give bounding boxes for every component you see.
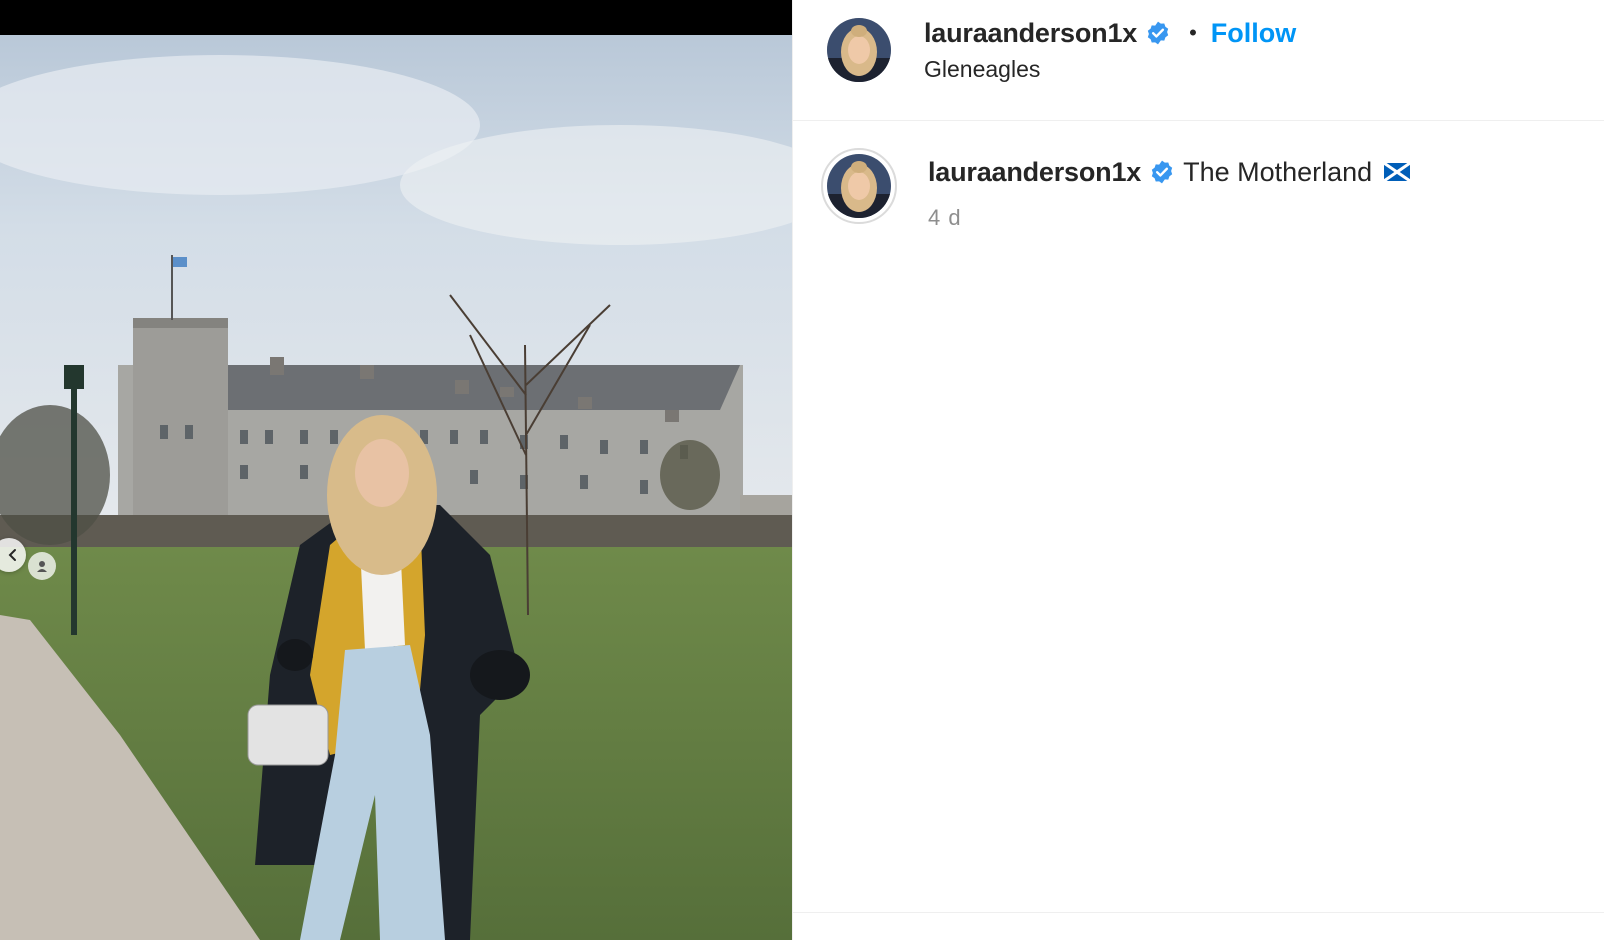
- chevron-left-icon: [8, 549, 16, 561]
- author-username[interactable]: lauraanderson1x: [924, 18, 1137, 49]
- post-header: lauraanderson1x • Follow Gleneagles: [793, 0, 1604, 121]
- caption-avatar-image: [827, 154, 891, 218]
- header-separator: •: [1189, 20, 1197, 45]
- panel-divider: [793, 912, 1604, 913]
- media-top-bar: [0, 0, 792, 35]
- post-location[interactable]: Gleneagles: [924, 56, 1040, 83]
- tag-indicator-button[interactable]: [28, 552, 56, 580]
- post-timestamp[interactable]: 4 d: [928, 205, 962, 231]
- post-photo[interactable]: [0, 35, 792, 940]
- caption-author-avatar[interactable]: [821, 148, 897, 224]
- follow-button[interactable]: Follow: [1211, 18, 1296, 49]
- verified-badge-icon: [1145, 20, 1171, 46]
- author-avatar[interactable]: [827, 18, 891, 82]
- post-media-pane: [0, 0, 792, 940]
- caption-username[interactable]: lauraanderson1x: [928, 157, 1141, 188]
- author-avatar-image: [827, 18, 891, 82]
- caption-text: The Motherland: [1183, 156, 1373, 187]
- scotland-flag-icon: [1384, 163, 1411, 181]
- post-photo-illustration: [0, 35, 792, 940]
- user-tag-icon: [37, 561, 47, 572]
- post-side-panel: lauraanderson1x • Follow Gleneagles laur…: [792, 0, 1604, 940]
- caption-line: lauraanderson1x The Motherland: [928, 154, 1411, 190]
- header-author-line: lauraanderson1x • Follow: [924, 16, 1296, 50]
- verified-badge-icon: [1149, 159, 1175, 185]
